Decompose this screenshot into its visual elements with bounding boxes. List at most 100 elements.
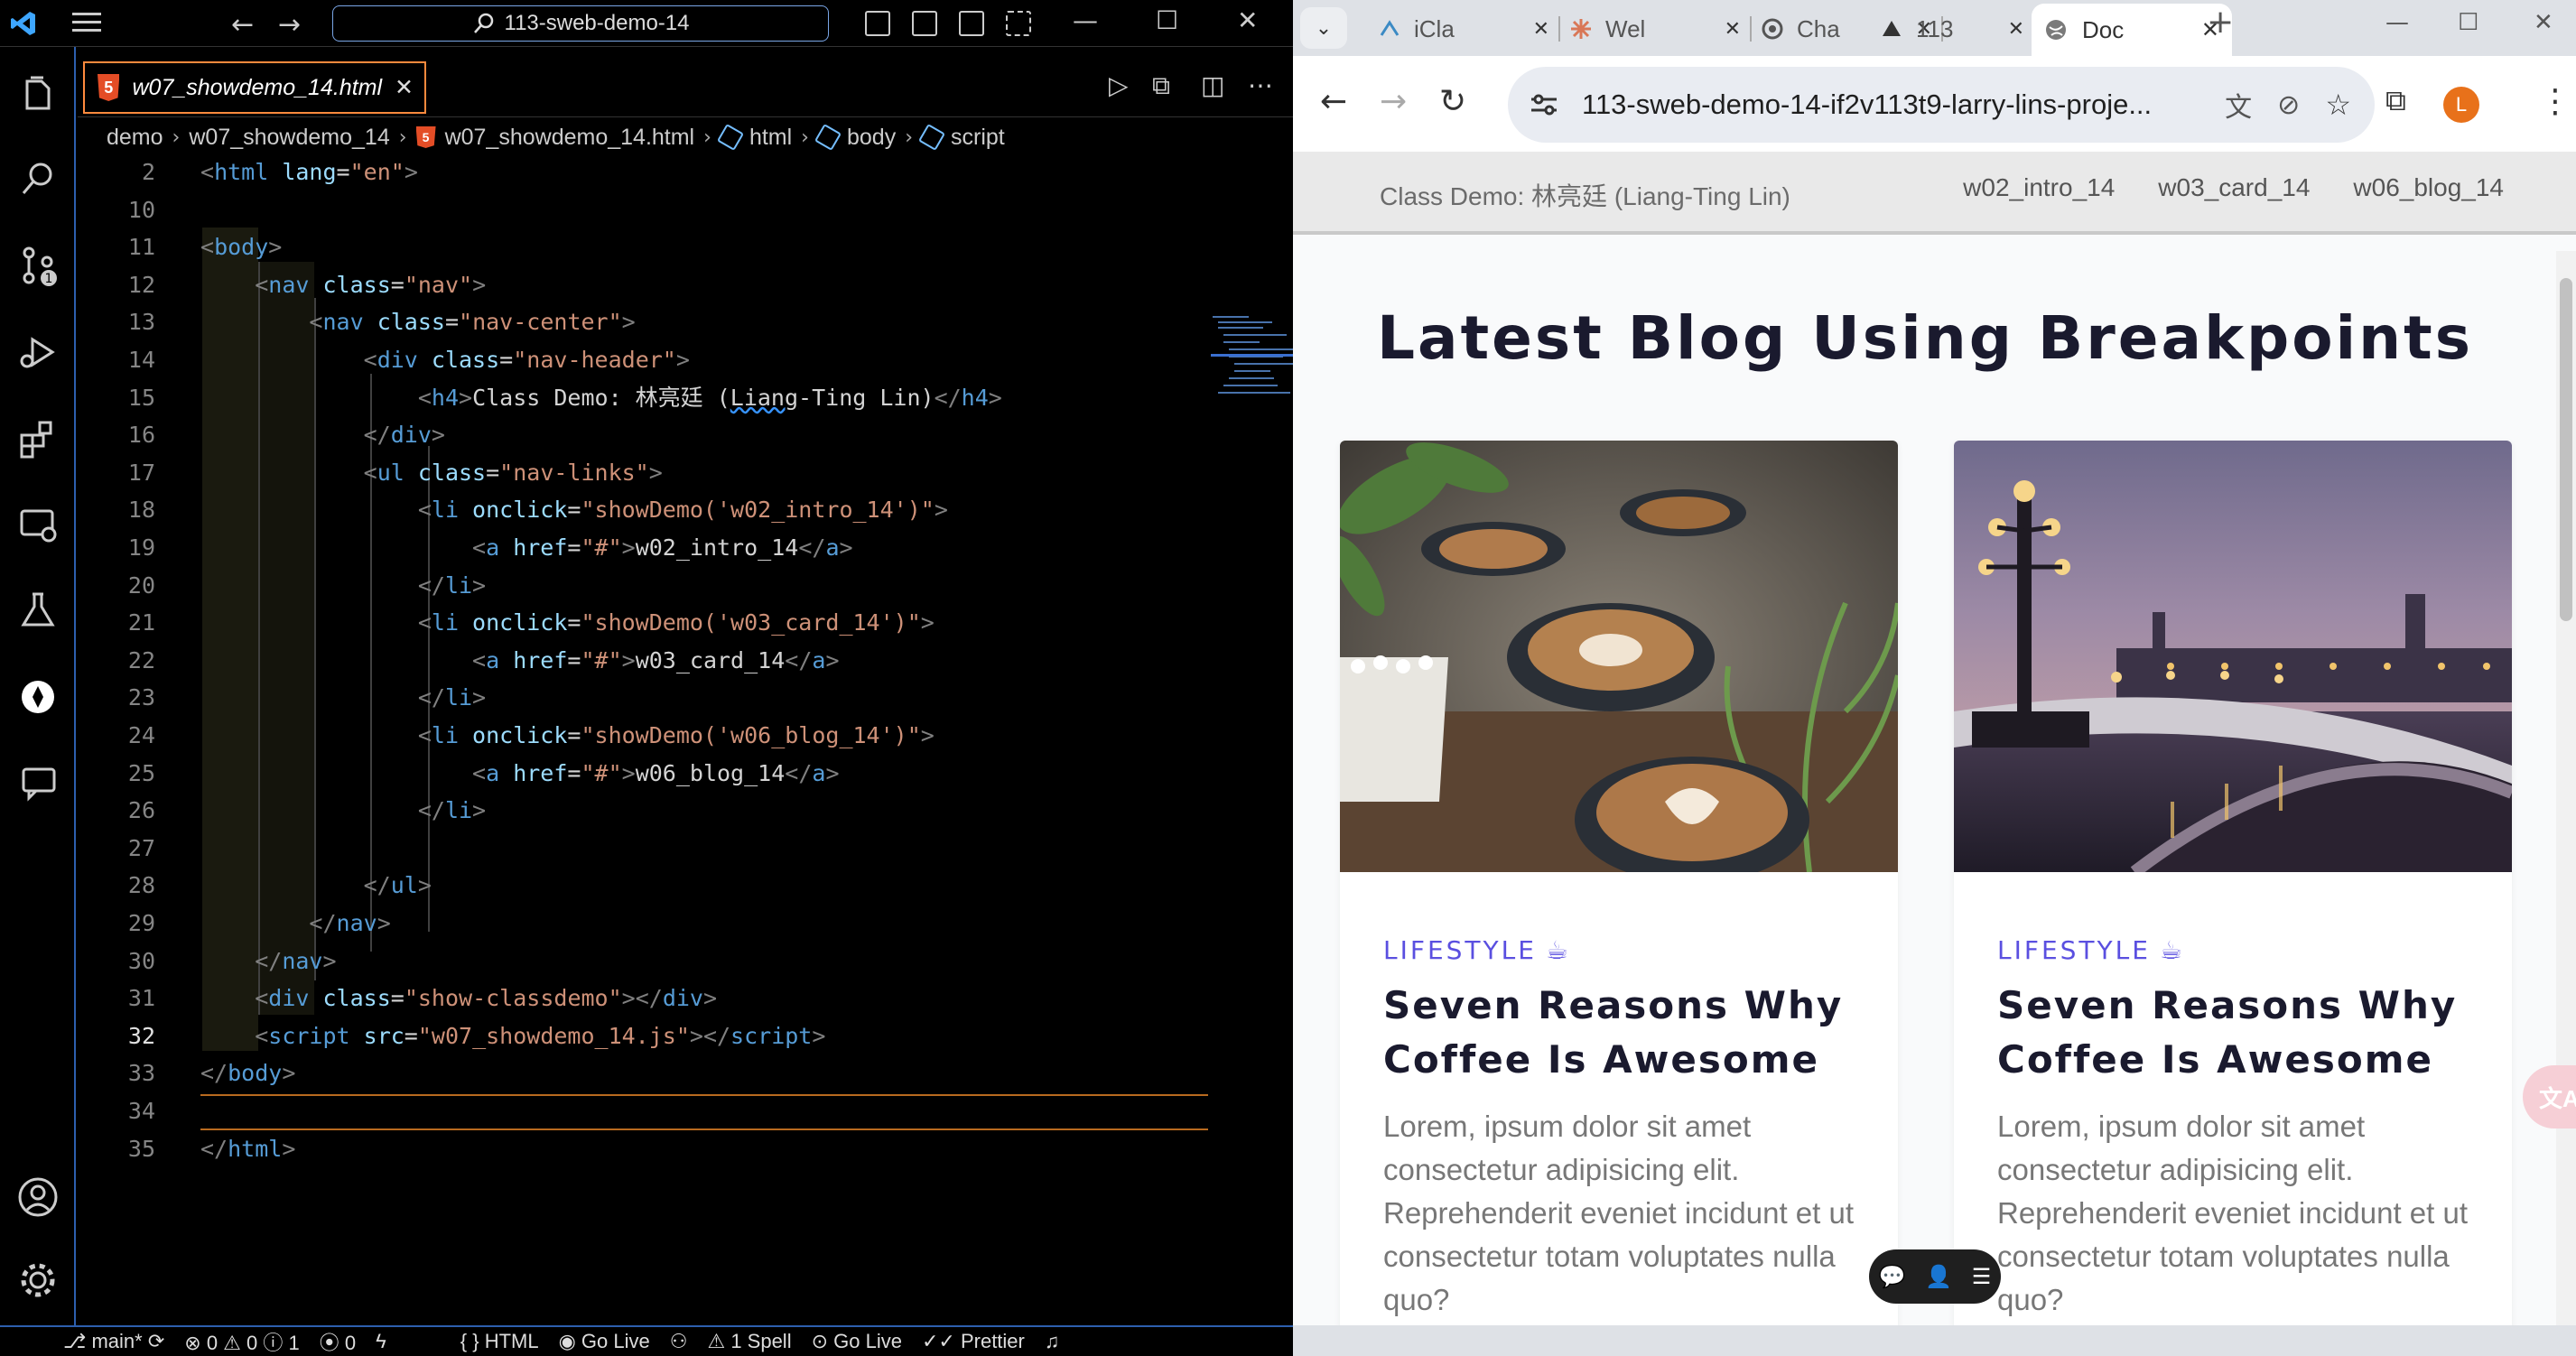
breadcrumb-item[interactable]: body <box>847 125 896 151</box>
more-actions-icon[interactable]: ⋯ <box>1248 70 1273 100</box>
close-tab-icon[interactable]: ✕ <box>395 74 414 101</box>
code-line[interactable]: 15 <h4>Class Demo: 林亮廷 (Liang-Ting Lin)<… <box>78 381 1143 415</box>
go-live-status[interactable]: ⊙ Go Live <box>812 1330 902 1353</box>
code-line[interactable]: 29 </nav> <box>78 906 1143 941</box>
code-line[interactable]: 32 <script src="w07_showdemo_14.js"></sc… <box>78 1019 1143 1054</box>
code-line[interactable]: 26 </li> <box>78 794 1143 828</box>
code-line[interactable]: 16 </div> <box>78 418 1143 452</box>
run-icon[interactable]: ▷ <box>1109 70 1129 100</box>
close-tab-icon[interactable]: ✕ <box>1725 18 1741 41</box>
live-share-icon[interactable] <box>16 675 60 719</box>
chat-icon[interactable] <box>16 762 60 805</box>
close-tab-icon[interactable]: ✕ <box>2008 18 2024 41</box>
code-line[interactable]: 24 <li onclick="showDemo('w06_blog_14')"… <box>78 719 1143 753</box>
minimize-icon[interactable]: — <box>1073 5 1098 35</box>
close-tab-icon[interactable]: ✕ <box>1533 18 1549 41</box>
code-line[interactable]: 20 </li> <box>78 569 1143 603</box>
toggle-primary-sidebar-icon[interactable] <box>865 11 890 36</box>
site-info-icon[interactable] <box>1528 88 1560 121</box>
spell-status[interactable]: ⚠ 1 Spell <box>707 1330 791 1353</box>
code-line[interactable]: 33 </body> <box>78 1056 1143 1091</box>
new-tab-icon[interactable]: + <box>2207 4 2234 41</box>
tab-w07-showdemo[interactable]: 5 w07_showdemo_14.html ✕ <box>83 61 426 114</box>
code-line[interactable]: 12 <nav class="nav"> <box>78 268 1143 302</box>
add-user-icon[interactable]: 👤 <box>1925 1264 1952 1289</box>
card-title[interactable]: Seven Reasons Why Coffee Is Awesome <box>1383 979 1871 1087</box>
remote-explorer-icon[interactable] <box>16 504 60 547</box>
list-icon[interactable]: ☰ <box>1972 1264 1992 1289</box>
code-line[interactable]: 23 </li> <box>78 681 1143 715</box>
bell-icon[interactable]: ♫ <box>1045 1330 1060 1353</box>
translate-icon[interactable]: 文 <box>2225 85 2252 125</box>
code-line[interactable]: 31 <div class="show-classdemo"></div> <box>78 981 1143 1016</box>
eye-off-icon[interactable]: ⊘ <box>2277 89 2300 121</box>
code-line[interactable]: 34 <box>78 1094 1143 1128</box>
ports-status[interactable]: ⦿ 0 <box>320 1327 356 1356</box>
lightning-icon[interactable]: ϟ <box>376 1330 386 1353</box>
breadcrumb-item[interactable]: w07_showdemo_14.html <box>445 125 695 151</box>
code-line[interactable]: 14 <div class="nav-header"> <box>78 343 1143 377</box>
avatar[interactable]: L <box>2443 87 2479 123</box>
extensions-icon[interactable] <box>16 417 60 460</box>
more-menu-icon[interactable]: ⋮ <box>2539 83 2571 120</box>
hamburger-menu-icon[interactable] <box>72 13 101 34</box>
code-line[interactable]: 11 <body> <box>78 230 1143 265</box>
breadcrumb-item[interactable]: script <box>951 125 1005 151</box>
language-mode[interactable]: { } HTML <box>460 1330 539 1353</box>
browser-tab[interactable]: 113 ✕ <box>1880 9 2024 49</box>
code-line[interactable]: 19 <a href="#">w02_intro_14</a> <box>78 531 1143 565</box>
code-line[interactable]: 17 <ul class="nav-links"> <box>78 456 1143 490</box>
code-line[interactable]: 35 </html> <box>78 1132 1143 1166</box>
bookmark-star-icon[interactable]: ☆ <box>2325 88 2351 122</box>
close-window-icon[interactable]: ✕ <box>2534 9 2553 36</box>
active-browser-tab[interactable]: Doc ✕ <box>2032 4 2232 56</box>
close-window-icon[interactable]: ✕ <box>1237 5 1258 35</box>
open-preview-icon[interactable]: ⧉ <box>1152 70 1170 101</box>
testing-icon[interactable] <box>16 589 60 632</box>
code-line[interactable]: 22 <a href="#">w03_card_14</a> <box>78 644 1143 678</box>
breadcrumb-item[interactable]: w07_showdemo_14 <box>189 125 389 151</box>
scrollbar-thumb[interactable] <box>2560 278 2572 621</box>
go-live-status[interactable]: ◉ Go Live <box>559 1330 650 1353</box>
translate-fab-icon[interactable]: 文A <box>2523 1065 2576 1128</box>
source-control-icon[interactable]: 1 <box>16 244 60 287</box>
tab-search-icon[interactable]: ⌄ <box>1300 7 1347 49</box>
problems-status[interactable]: ⊗ 0 ⚠ 0 ⓘ 1 <box>184 1327 299 1356</box>
vscode-logo-icon[interactable] <box>9 9 38 38</box>
gear-icon[interactable] <box>16 1258 60 1302</box>
code-line[interactable]: 18 <li onclick="showDemo('w02_intro_14')… <box>78 493 1143 527</box>
back-arrow-icon[interactable]: ← <box>1320 83 1347 120</box>
card-title[interactable]: Seven Reasons Why Coffee Is Awesome <box>1997 979 2485 1087</box>
breadcrumb-item[interactable]: demo <box>107 125 163 151</box>
blog-card[interactable]: LIFESTYLE ☕ Seven Reasons Why Coffee Is … <box>1954 441 2512 1325</box>
browser-tab[interactable]: Wel ✕ <box>1569 9 1752 49</box>
toggle-panel-icon[interactable] <box>912 11 937 36</box>
code-line[interactable]: 21 <li onclick="showDemo('w03_card_14')"… <box>78 606 1143 640</box>
code-line[interactable]: 30 </nav> <box>78 944 1143 979</box>
browser-tab[interactable]: iCla ✕ <box>1378 9 1560 49</box>
code-editor[interactable]: 2 <html lang="en"> 10 11 <body> 12 <nav class… <box>78 155 1369 1325</box>
address-bar[interactable]: 113-sweb-demo-14-if2v113t9-larry-lins-pr… <box>1508 67 2375 143</box>
command-center-search[interactable]: 113-sweb-demo-14 <box>332 5 829 42</box>
explorer-icon[interactable] <box>16 72 60 116</box>
maximize-icon[interactable]: ☐ <box>1156 5 1178 35</box>
code-line[interactable]: 25 <a href="#">w06_blog_14</a> <box>78 757 1143 791</box>
search-icon[interactable] <box>16 157 60 200</box>
code-line[interactable]: 27 <box>78 831 1143 866</box>
branch-status[interactable]: ⎇ main* ⟳ <box>63 1330 164 1353</box>
blog-card[interactable]: LIFESTYLE ☕ Seven Reasons Why Coffee Is … <box>1340 441 1898 1325</box>
split-editor-icon[interactable]: ◫ <box>1201 70 1224 100</box>
nav-link-w06[interactable]: w06_blog_14 <box>2353 173 2504 202</box>
reload-icon[interactable]: ↻ <box>1439 83 1466 120</box>
code-line[interactable]: 10 <box>78 193 1143 228</box>
accounts-icon[interactable] <box>16 1175 60 1219</box>
comment-icon[interactable]: 💬 <box>1879 1264 1906 1289</box>
back-arrow-icon[interactable]: ← <box>231 9 254 41</box>
toggle-secondary-sidebar-icon[interactable] <box>959 11 984 36</box>
page-scrollbar[interactable] <box>2556 251 2576 1325</box>
copilot-icon[interactable]: ⚇ <box>670 1330 688 1353</box>
code-line[interactable]: 2 <html lang="en"> <box>78 155 1143 190</box>
prettier-status[interactable]: ✓✓ Prettier <box>922 1330 1025 1353</box>
maximize-icon[interactable]: ☐ <box>2458 9 2478 36</box>
code-line[interactable]: 28 </ul> <box>78 868 1143 903</box>
